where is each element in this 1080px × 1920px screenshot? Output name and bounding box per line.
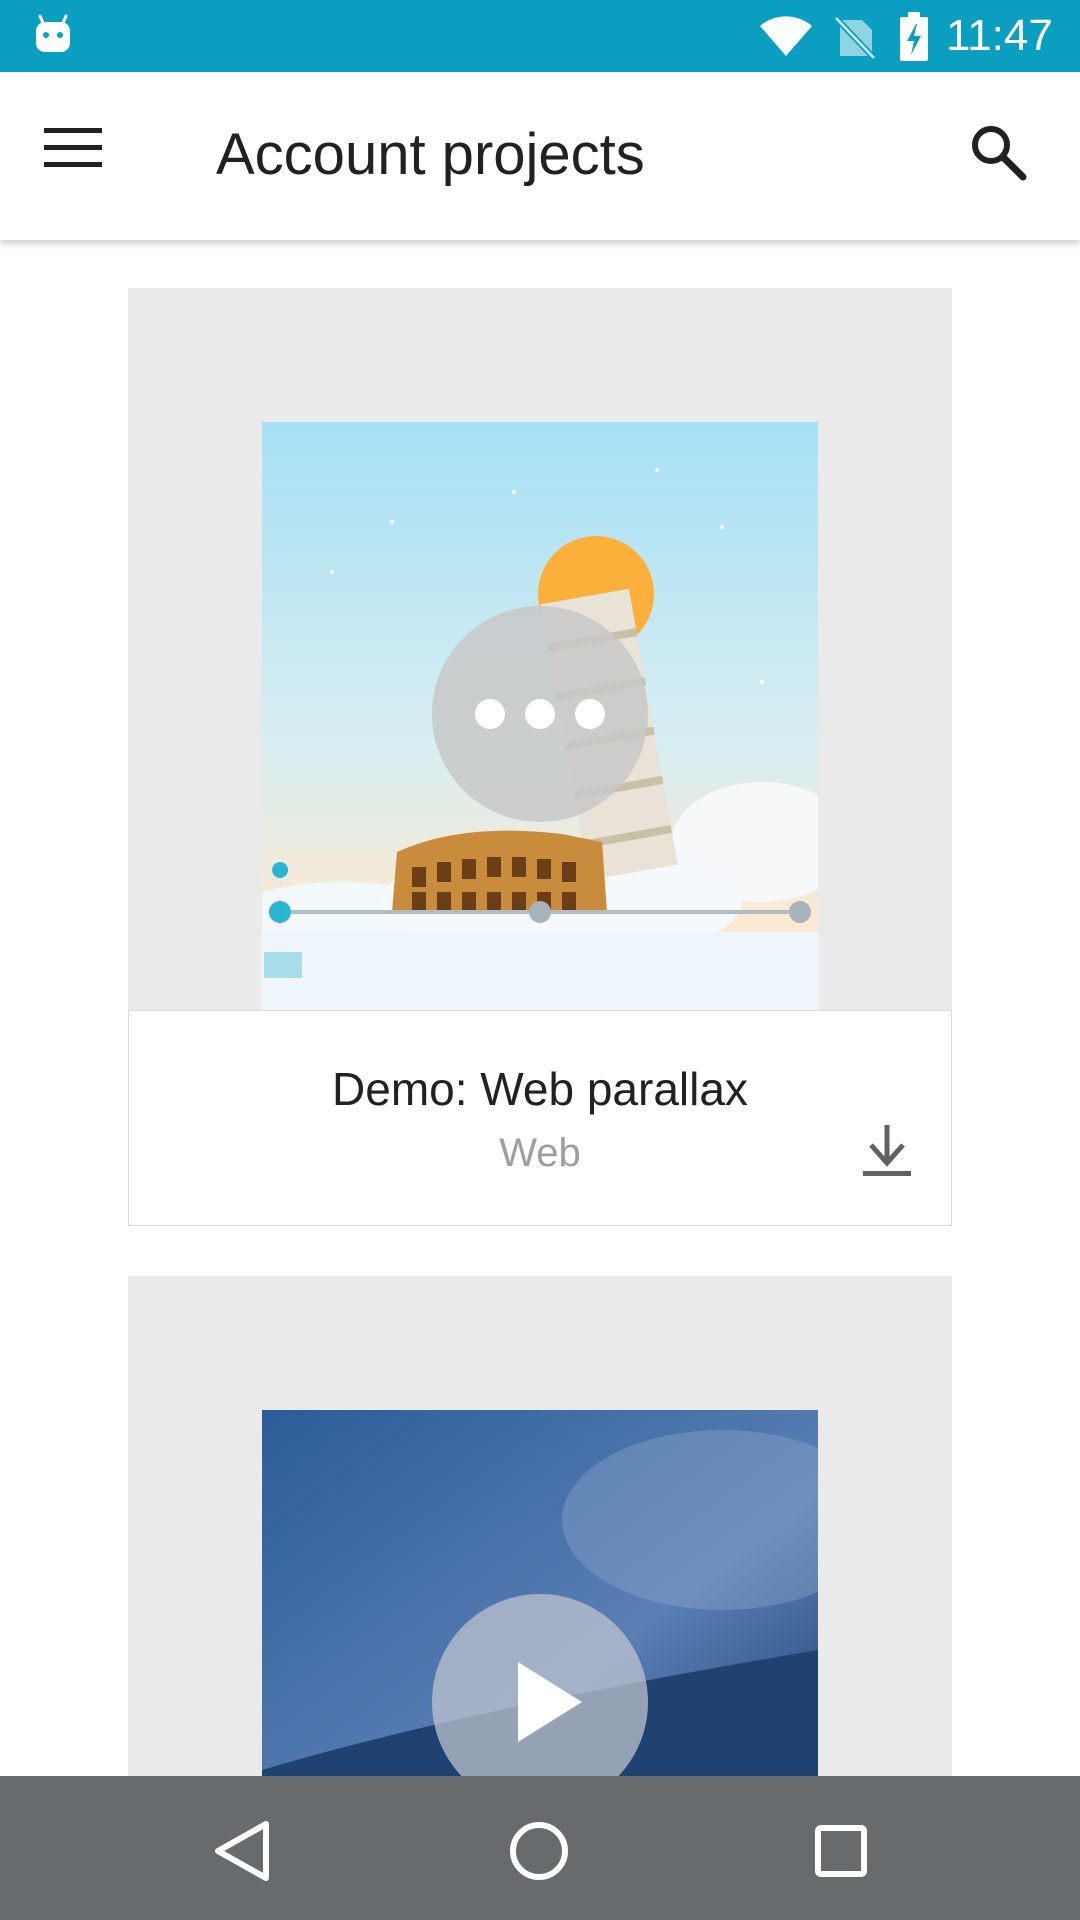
back-icon[interactable] — [196, 1806, 286, 1896]
status-time: 11:47 — [946, 11, 1053, 60]
project-platform: Web — [499, 1131, 581, 1175]
hamburger-menu-icon[interactable] — [44, 124, 124, 188]
android-icon — [34, 14, 72, 61]
wifi-icon — [758, 14, 814, 63]
project-card[interactable]: Demo: Web parallax Web — [128, 288, 952, 1226]
project-title: Demo: Web parallax — [332, 1063, 748, 1115]
project-card-footer: Demo: Web parallax Web — [128, 1010, 952, 1226]
project-card[interactable] — [128, 1276, 952, 1776]
download-icon[interactable] — [855, 1119, 919, 1183]
no-sim-icon — [832, 14, 877, 65]
project-list[interactable]: Demo: Web parallax Web — [0, 240, 1080, 1776]
page-title: Account projects — [216, 122, 645, 187]
status-bar: 11:47 — [0, 0, 1080, 72]
home-icon[interactable] — [494, 1806, 584, 1896]
app-bar: Account projects — [0, 72, 1080, 240]
project-thumbnail[interactable] — [262, 422, 818, 1010]
project-thumbnail[interactable] — [262, 1410, 818, 1776]
navigation-bar — [0, 1776, 1080, 1920]
recents-icon[interactable] — [796, 1806, 886, 1896]
more-options-button[interactable] — [432, 606, 648, 822]
search-icon[interactable] — [968, 122, 1038, 192]
battery-charging-icon — [898, 12, 930, 67]
play-button[interactable] — [432, 1594, 648, 1776]
